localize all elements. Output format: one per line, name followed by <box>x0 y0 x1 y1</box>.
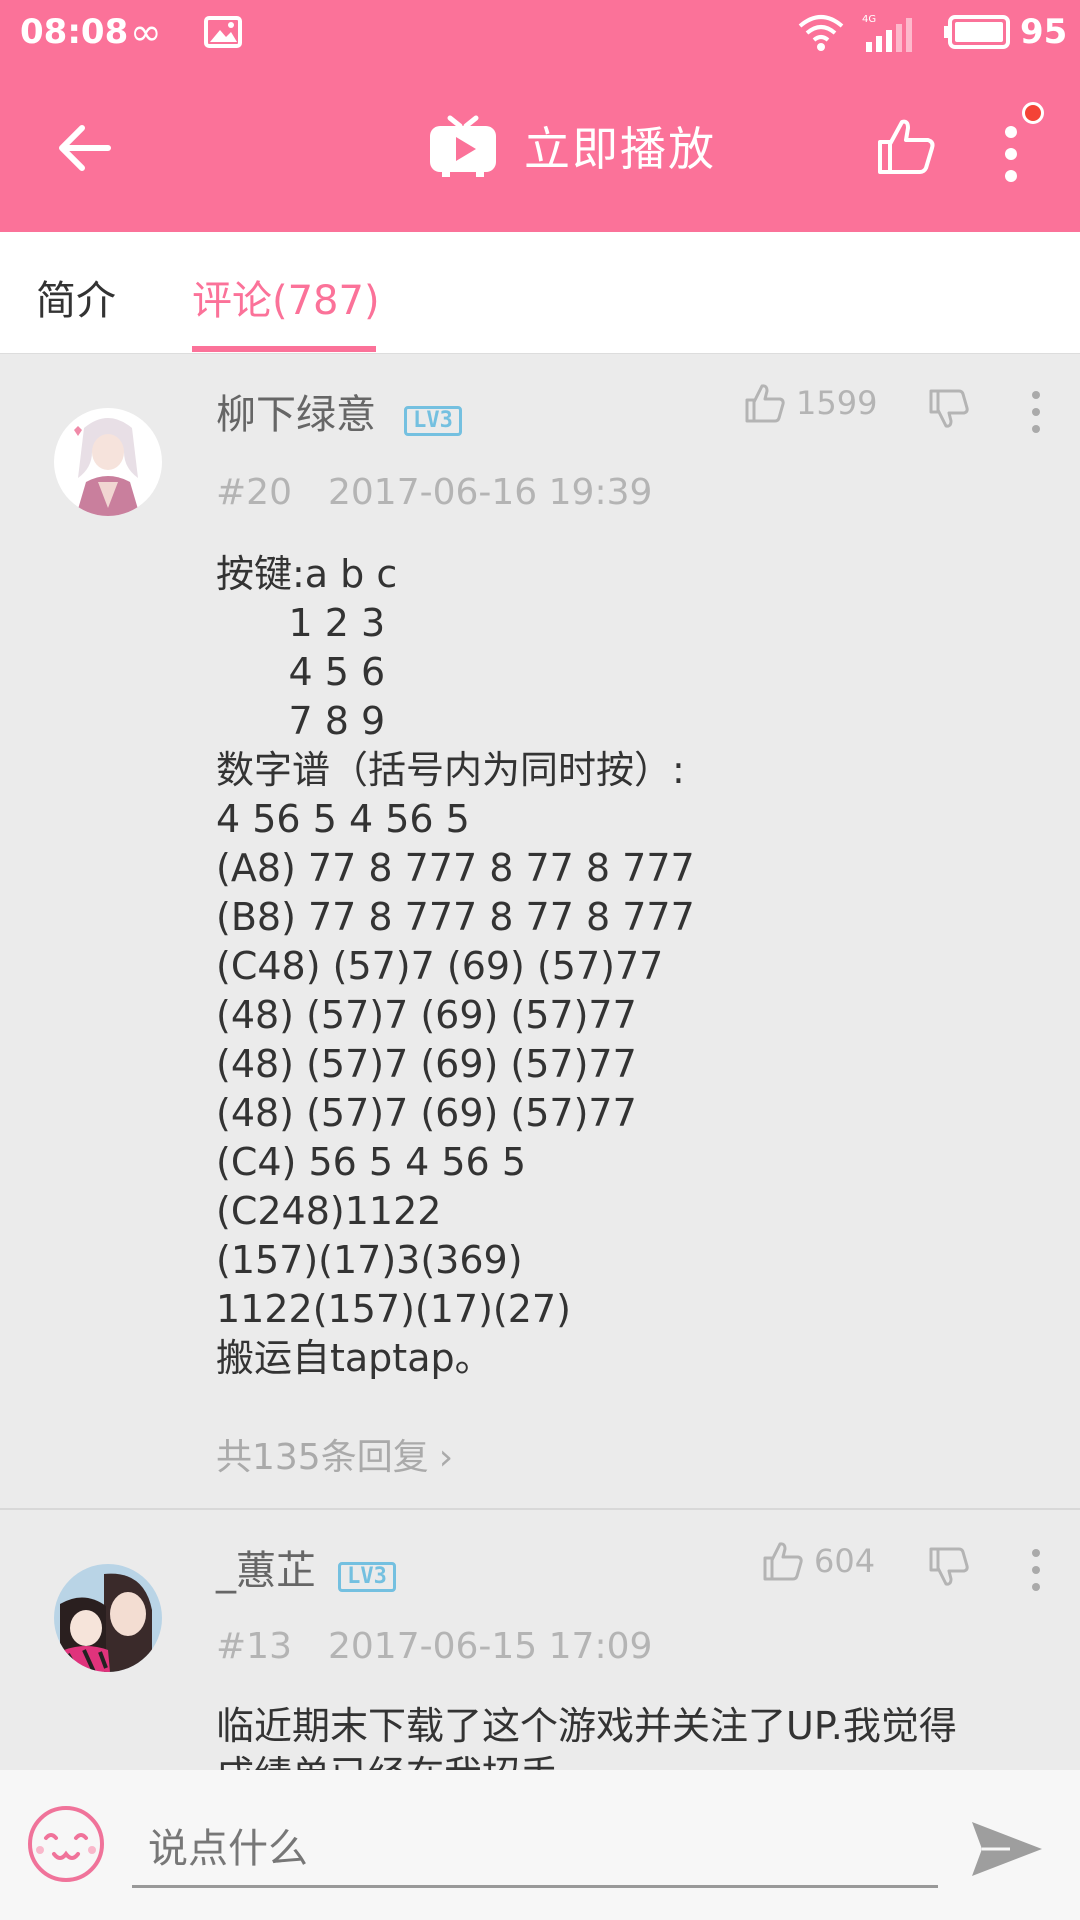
comment-line: (B8) 77 8 777 8 77 8 777 <box>216 895 695 939</box>
wifi-icon <box>798 15 844 51</box>
battery-icon <box>944 15 1010 49</box>
comment-line: 7 8 9 <box>216 699 386 743</box>
send-icon[interactable] <box>970 1818 1044 1880</box>
comment-line: 搬运自taptap。 <box>216 1336 493 1380</box>
thumbs-up-icon <box>763 1542 803 1581</box>
infinity-icon: ∞ <box>130 10 162 54</box>
comment-item: 柳下绿意 LV3 1599 #20 2017-06-16 19:39 按键:a b… <box>0 354 1080 1510</box>
like-count: 1599 <box>796 384 878 422</box>
comment-line: 数字谱（括号内为同时按）: <box>216 748 685 792</box>
like-count: 604 <box>814 1542 876 1580</box>
thumbs-down-icon[interactable] <box>928 388 970 430</box>
comment-floor: #20 <box>216 472 292 513</box>
comment-floor: #13 <box>216 1626 292 1667</box>
comment-line: 按键:a b c <box>216 552 398 596</box>
more-options-icon[interactable] <box>996 110 1026 192</box>
replies-count: 共135条回复 <box>216 1437 429 1478</box>
comment-line: (C4) 56 5 4 56 5 <box>216 1140 526 1184</box>
comment-more-icon[interactable] <box>1030 390 1042 434</box>
avatar[interactable] <box>54 1564 162 1672</box>
thumbs-up-icon <box>745 384 785 423</box>
level-badge: LV3 <box>338 1562 396 1592</box>
play-now-button[interactable]: 立即播放 <box>428 110 716 182</box>
status-time: 08:08 <box>20 12 129 52</box>
comment-line: 1 2 3 <box>216 601 386 645</box>
comment-input[interactable]: 说点什么 <box>132 1792 938 1888</box>
status-bar: 08:08 ∞ 4G 95 <box>0 0 1080 64</box>
image-icon <box>204 16 242 48</box>
comment-line: (C248)1122 <box>216 1189 442 1233</box>
tv-icon <box>430 115 496 177</box>
comment-body: 按键:a b c 1 2 3 4 5 6 7 8 9 数字谱（括号内为同时按）: 4… <box>216 550 695 1383</box>
comment-meta: #13 2017-06-15 17:09 <box>216 1626 652 1667</box>
toolbar: 立即播放 <box>0 64 1080 232</box>
avatar-image <box>54 408 162 516</box>
active-tab-indicator <box>192 346 376 352</box>
comment-line: (48) (57)7 (69) (57)77 <box>216 1091 637 1135</box>
tab-comments[interactable]: 评论(787) <box>192 268 380 326</box>
back-arrow-icon[interactable] <box>52 116 116 180</box>
signal-icon: 4G <box>862 14 912 52</box>
like-button[interactable]: 604 <box>762 1540 875 1582</box>
app-header: 08:08 ∞ 4G 95 立即播放 <box>0 0 1080 232</box>
svg-text:4G: 4G <box>862 14 876 25</box>
comment-line: 4 56 5 4 56 5 <box>216 797 470 841</box>
comment-line: (48) (57)7 (69) (57)77 <box>216 1042 637 1086</box>
comment-line: 临近期末下载了这个游戏并关注了UP.我觉得 <box>216 1704 957 1748</box>
comment-input-bar: 说点什么 <box>0 1770 1080 1920</box>
comment-meta: #20 2017-06-16 19:39 <box>216 472 652 513</box>
comment-line: (157)(17)3(369) <box>216 1238 523 1282</box>
tab-bar: 简介 评论(787) <box>0 232 1080 354</box>
comment-username[interactable]: 柳下绿意 <box>216 382 376 440</box>
comment-line: 4 5 6 <box>216 650 386 694</box>
play-now-label: 立即播放 <box>524 122 716 176</box>
comment-line: (A8) 77 8 777 8 77 8 777 <box>216 846 695 890</box>
emoji-icon[interactable] <box>26 1804 106 1884</box>
avatar-image <box>54 1564 162 1672</box>
like-button[interactable]: 1599 <box>744 382 877 424</box>
comment-timestamp: 2017-06-15 17:09 <box>327 1626 653 1667</box>
avatar[interactable] <box>54 408 162 516</box>
battery-level: 95 <box>1020 12 1068 52</box>
comment-item: _蕙芷 LV3 604 #13 2017-06-15 17:09 临近期末下载了这… <box>0 1512 1080 1797</box>
chevron-right-icon: › <box>438 1437 454 1478</box>
notification-dot <box>1022 102 1044 124</box>
level-badge: LV3 <box>404 406 462 436</box>
view-replies-link[interactable]: 共135条回复 › <box>216 1428 453 1480</box>
comment-input-placeholder: 说点什么 <box>148 1826 308 1872</box>
comment-more-icon[interactable] <box>1030 1548 1042 1592</box>
tab-intro[interactable]: 简介 <box>36 268 116 326</box>
comment-line: (C48) (57)7 (69) (57)77 <box>216 944 664 988</box>
comment-line: 1122(157)(17)(27) <box>216 1287 571 1331</box>
comment-timestamp: 2017-06-16 19:39 <box>327 472 653 513</box>
comment-line: (48) (57)7 (69) (57)77 <box>216 993 637 1037</box>
thumbs-down-icon[interactable] <box>928 1546 970 1588</box>
comment-username[interactable]: _蕙芷 <box>216 1538 316 1596</box>
thumbs-up-icon[interactable] <box>876 116 936 176</box>
